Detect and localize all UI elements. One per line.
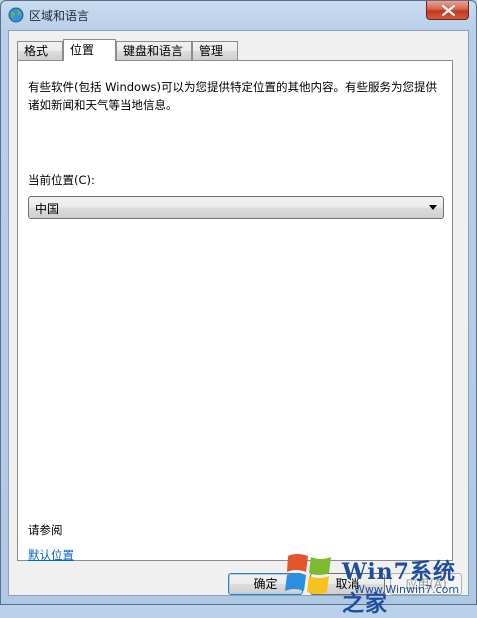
current-location-label: 当前位置(C): xyxy=(28,173,95,187)
tab-label: 位置 xyxy=(70,43,95,57)
title-bar[interactable]: 区域和语言 xyxy=(1,1,476,29)
tab-label: 格式 xyxy=(24,44,49,58)
watermark-url: Www.Winwin7.com xyxy=(354,583,460,596)
dialog-window: 区域和语言 格式 位置 键盘和语言 管理 有些软件(包括 Windows)可以为… xyxy=(0,0,477,605)
close-button[interactable] xyxy=(426,1,469,20)
tab-label: 管理 xyxy=(199,44,224,58)
ok-button-label: 确定 xyxy=(253,577,278,591)
watermark: Win7系统之家 Www.Winwin7.com xyxy=(284,550,474,617)
close-icon xyxy=(442,5,455,16)
dialog-client-area: 格式 位置 键盘和语言 管理 有些软件(包括 Windows)可以为您提供特定位… xyxy=(8,30,469,596)
current-location-value: 中国 xyxy=(35,202,60,216)
globe-icon xyxy=(8,7,24,23)
current-location-dropdown[interactable]: 中国 xyxy=(28,196,444,219)
tab-location[interactable]: 位置 xyxy=(63,39,116,61)
location-panel: 有些软件(包括 Windows)可以为您提供特定位置的其他内容。有些服务为您提供… xyxy=(17,60,453,563)
tab-label: 键盘和语言 xyxy=(123,44,184,58)
tab-keyboards-languages[interactable]: 键盘和语言 xyxy=(116,41,192,60)
location-description: 有些软件(包括 Windows)可以为您提供特定位置的其他内容。有些服务为您提供… xyxy=(28,80,437,112)
tab-administrative[interactable]: 管理 xyxy=(192,41,238,60)
tab-format[interactable]: 格式 xyxy=(17,41,63,60)
window-title: 区域和语言 xyxy=(29,9,90,23)
default-location-link[interactable]: 默认位置 xyxy=(28,547,74,563)
chevron-down-icon xyxy=(429,205,437,210)
windows-logo-icon xyxy=(285,554,331,594)
see-also-label: 请参阅 xyxy=(28,523,63,537)
